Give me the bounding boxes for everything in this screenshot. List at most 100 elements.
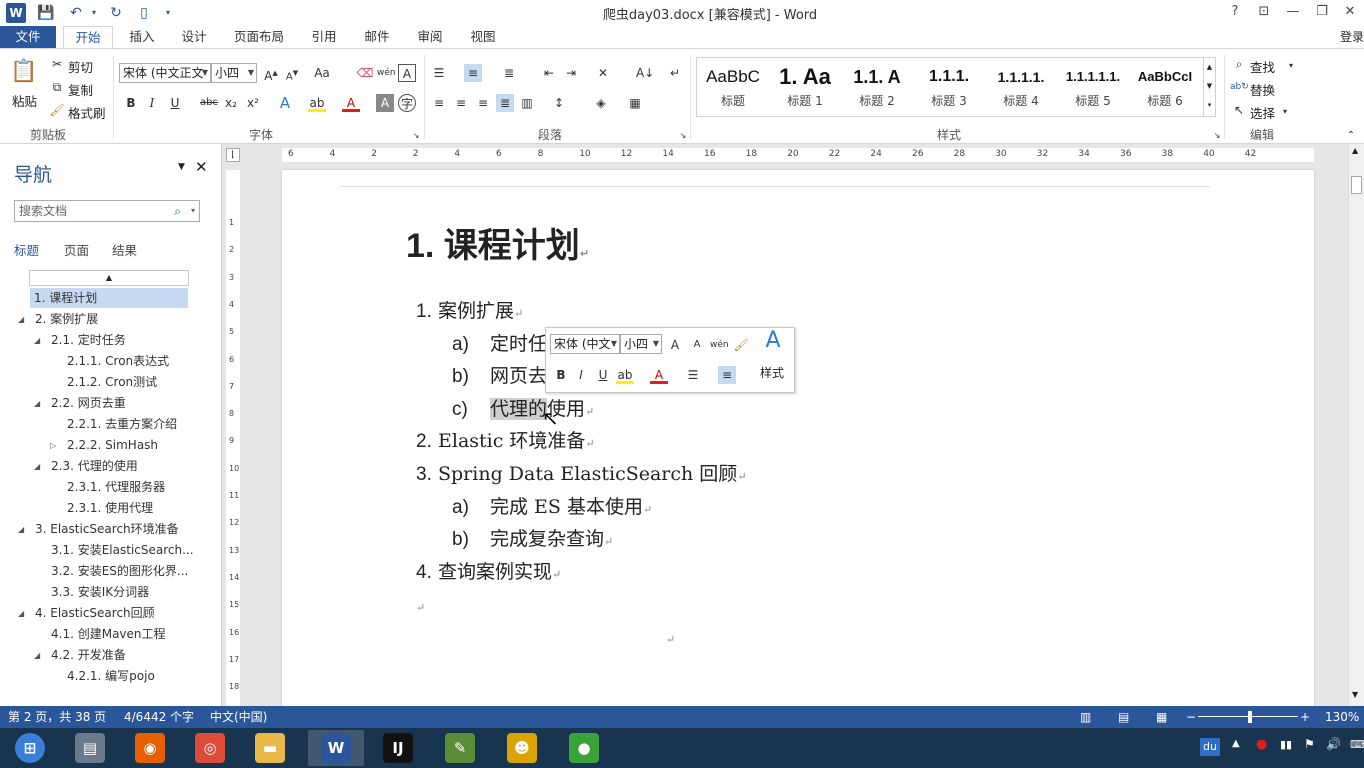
style-heading-6[interactable]: AaBbCcI 标题 6 (1129, 60, 1201, 114)
close-pane-icon[interactable]: ✕ (195, 158, 208, 176)
taskbar-control-panel-button[interactable]: ▤ (62, 730, 118, 766)
heading-1[interactable]: 1. 课程计划↵ (406, 218, 589, 267)
vertical-scrollbar[interactable]: ▲ ▼ (1348, 144, 1364, 706)
show-marks-icon[interactable]: ↵ (666, 64, 684, 82)
search-options-icon[interactable]: ▾ (191, 201, 195, 221)
ime-indicator[interactable]: du (1200, 738, 1220, 756)
font-dialog-launcher-icon[interactable]: ↘ (407, 127, 425, 145)
help-button[interactable]: ? (1221, 2, 1249, 22)
document-page[interactable]: 1. 课程计划↵ 1. 案例扩展↵ a) 定时任 b) 网页去 c) 代理的使用↵ 2. Elas… (282, 170, 1314, 706)
taskbar-start-button[interactable]: ⊞ (2, 730, 58, 766)
text-effects-icon[interactable]: A (276, 94, 294, 112)
collapse-icon[interactable]: ◢ (18, 520, 24, 540)
nav-heading-item[interactable]: ◢ 2.1. 定时任务 (0, 330, 210, 350)
word-count[interactable]: 4/6442 个字 (124, 706, 194, 728)
nav-search-input[interactable]: 搜索文档 ⌕ ▾ (14, 200, 200, 222)
bullets-icon[interactable]: ☰ (684, 366, 702, 384)
align-center-icon[interactable]: ≡ (452, 94, 470, 112)
print-layout-icon[interactable]: ▤ (1118, 706, 1129, 728)
scroll-down-icon[interactable]: ▼ (1352, 690, 1358, 699)
taskbar-explorer-button[interactable]: ▬ (242, 730, 298, 766)
style-title[interactable]: AaBbC 标题 (697, 60, 769, 114)
grow-font-icon[interactable]: A▲ (262, 64, 280, 83)
taskbar-notepad-button[interactable]: ✎ (432, 730, 488, 766)
collapse-icon[interactable]: ◢ (18, 604, 24, 624)
phonetic-guide-icon[interactable]: wén (377, 64, 396, 82)
line-spacing-icon[interactable]: ↕ (550, 94, 568, 112)
align-right-icon[interactable]: ≡ (474, 94, 492, 112)
collapse-icon[interactable]: ◢ (18, 310, 24, 330)
taskbar-ball-app-button[interactable]: ● (556, 730, 612, 766)
nav-heading-item[interactable]: 4.2.1. 编写pojo (0, 666, 210, 686)
tab-mailings[interactable]: 邮件 (355, 26, 399, 48)
tray-expand-icon[interactable]: ▲ (1232, 738, 1240, 749)
nav-tab-headings[interactable]: 标题 (14, 240, 39, 259)
record-icon[interactable]: ● (1256, 737, 1267, 752)
bold-icon[interactable]: B (552, 366, 570, 384)
expand-icon[interactable]: ▷ (50, 436, 56, 456)
collapse-ribbon-icon[interactable]: ⌃ (1342, 127, 1360, 145)
mini-size-combo[interactable]: 小四 ▼ (620, 334, 662, 354)
taskbar-users-button[interactable]: ☻ (494, 730, 550, 766)
font-name-combo[interactable]: 宋体 (中文正文 ▼ (119, 63, 211, 83)
shading-icon[interactable]: ◈ (592, 94, 610, 112)
styles-scroll[interactable]: ▲ ▼ ▾ (1203, 58, 1215, 116)
taskbar-chrome-button[interactable]: ◎ (182, 730, 238, 766)
minimize-button[interactable]: — (1279, 2, 1307, 22)
empty-paragraph[interactable]: ↵ (416, 594, 425, 616)
redo-icon[interactable]: ↻ (106, 3, 126, 23)
nav-tab-pages[interactable]: 页面 (64, 240, 89, 259)
strikethrough-icon[interactable]: abc (200, 94, 218, 112)
list-item[interactable]: 4. 查询案例实现↵ (416, 557, 561, 584)
scroll-thumb[interactable] (1351, 176, 1362, 194)
read-mode-icon[interactable]: ▥ (1080, 706, 1091, 728)
tab-view[interactable]: 视图 (461, 26, 505, 48)
customize-qat-icon[interactable]: ▾ (158, 3, 178, 23)
font-color-icon[interactable]: A (650, 366, 668, 384)
nav-heading-item[interactable]: 2.3.1. 代理服务器 (0, 477, 210, 497)
font-color-icon[interactable]: A (342, 94, 360, 112)
shrink-font-icon[interactable]: A▼ (283, 64, 301, 82)
style-heading-3[interactable]: 1.1.1. 标题 3 (913, 60, 985, 114)
distributed-icon[interactable]: ▥ (518, 94, 536, 112)
keyboard-icon[interactable]: ⌨ (1350, 738, 1364, 751)
nav-heading-item[interactable]: ◢ 2. 案例扩展 (0, 309, 210, 329)
zoom-out-icon[interactable]: − (1186, 706, 1196, 728)
nav-heading-item[interactable]: ◢ 3. ElasticSearch环境准备 (0, 519, 210, 539)
taskbar-firefox-button[interactable]: ◉ (122, 730, 178, 766)
nav-heading-item[interactable]: 2.2.1. 去重方案介绍 (0, 414, 210, 434)
style-heading-1[interactable]: 1. Aa 标题 1 (769, 60, 841, 114)
select-cursor-icon[interactable]: ↖ (1230, 101, 1248, 119)
nav-heading-item[interactable]: 2.1.2. Cron测试 (0, 372, 210, 392)
pane-options-icon[interactable]: ▼ (178, 162, 185, 172)
taskbar-intellij-button[interactable]: IJ (370, 730, 426, 766)
sort-icon[interactable]: A↓ (636, 64, 654, 82)
collapse-icon[interactable]: ◢ (34, 331, 40, 351)
nav-heading-item[interactable]: ◢ 2.2. 网页去重 (0, 393, 210, 413)
nav-heading-item[interactable]: 3.1. 安装ElasticSearch... (0, 540, 210, 560)
nav-heading-item[interactable]: 1. 课程计划 (30, 288, 188, 308)
flag-icon[interactable]: ⚑ (1304, 737, 1315, 751)
list-item[interactable]: 2. Elastic 环境准备↵ (416, 426, 595, 453)
close-button[interactable]: ✕ (1336, 2, 1364, 22)
selected-text[interactable]: 代理的 (490, 397, 548, 420)
tab-references[interactable]: 引用 (302, 26, 346, 48)
character-shading-icon[interactable]: A (376, 94, 394, 112)
nav-tab-results[interactable]: 结果 (112, 240, 137, 259)
scroll-up-icon[interactable]: ▲ (1352, 146, 1358, 155)
grow-font-icon[interactable]: A (666, 336, 684, 354)
highlight-icon[interactable]: ab (308, 94, 326, 112)
character-border-icon[interactable]: A (398, 64, 416, 82)
collapse-icon[interactable]: ◢ (34, 646, 40, 666)
save-icon[interactable]: 💾 (36, 3, 56, 23)
sign-in-link[interactable]: 登录 (1340, 26, 1364, 48)
language-indicator[interactable]: 中文(中国) (210, 706, 267, 728)
nav-heading-item[interactable]: 2.1.1. Cron表达式 (0, 351, 210, 371)
list-subitem[interactable]: a) 完成 ES 基本使用↵ (452, 492, 652, 519)
copy-button[interactable]: 复制 (68, 80, 93, 99)
increase-indent-icon[interactable]: ⇥ (562, 64, 580, 82)
format-painter-icon[interactable]: 🖌 (48, 101, 66, 119)
nav-heading-item[interactable]: ◢ 2.3. 代理的使用 (0, 456, 210, 476)
list-subitem[interactable]: b) 网页去 (452, 361, 547, 388)
tab-home[interactable]: 开始 (63, 26, 113, 48)
